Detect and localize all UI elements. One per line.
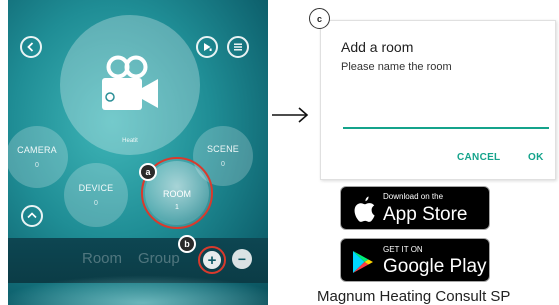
device-circle[interactable]: DEVICE 0 bbox=[64, 163, 128, 227]
camera-circle[interactable]: CAMERA 0 bbox=[8, 126, 68, 188]
room-tab[interactable]: Room bbox=[82, 250, 122, 267]
dialog-subtitle: Please name the room bbox=[341, 61, 452, 73]
remove-button[interactable]: − bbox=[232, 249, 252, 269]
minus-icon: − bbox=[237, 251, 247, 267]
camera-label: CAMERA bbox=[17, 145, 57, 155]
room-name-input[interactable] bbox=[343, 107, 549, 129]
bottom-glow bbox=[8, 275, 268, 305]
group-tab[interactable]: Group bbox=[138, 250, 180, 267]
app-store-small-text: Download on the bbox=[383, 192, 444, 201]
cancel-button[interactable]: CANCEL bbox=[457, 152, 500, 163]
callout-c: c bbox=[309, 8, 330, 29]
company-caption: Magnum Heating Consult SP bbox=[317, 288, 511, 305]
camera-count: 0 bbox=[35, 162, 39, 169]
app-store-badge[interactable]: Download on the App Store bbox=[340, 186, 490, 230]
app-screenshot: Heatit CAMERA 0 SCENE 0 DEVICE 0 ROOM 1 … bbox=[8, 0, 268, 305]
google-play-big-text: Google Play bbox=[383, 256, 487, 277]
arrow-right-icon bbox=[272, 107, 309, 123]
video-camera-icon bbox=[102, 55, 158, 110]
plus-icon: + bbox=[203, 251, 221, 269]
google-play-badge[interactable]: GET IT ON Google Play bbox=[340, 238, 490, 282]
callout-a: a bbox=[139, 163, 157, 181]
hamburger-icon bbox=[234, 43, 242, 51]
app-store-big-text: App Store bbox=[383, 204, 468, 225]
ok-button[interactable]: OK bbox=[528, 152, 544, 163]
chevron-up-icon bbox=[27, 212, 37, 219]
device-count: 0 bbox=[94, 200, 98, 207]
dialog-title: Add a room bbox=[341, 39, 414, 55]
room-count: 1 bbox=[175, 204, 179, 211]
callout-b: b bbox=[178, 235, 196, 253]
camera-caption: Heatit bbox=[122, 138, 138, 144]
google-play-icon bbox=[353, 251, 373, 273]
add-room-dialog: Add a room Please name the room CANCEL O… bbox=[320, 20, 556, 180]
apple-icon bbox=[354, 196, 375, 222]
chevron-left-icon bbox=[27, 42, 34, 52]
add-button[interactable]: + bbox=[198, 246, 226, 274]
menu-button[interactable] bbox=[227, 36, 249, 58]
device-label: DEVICE bbox=[78, 183, 114, 193]
play-icon bbox=[204, 43, 212, 51]
collapse-button[interactable] bbox=[21, 205, 43, 227]
back-button[interactable] bbox=[20, 36, 42, 58]
play-button[interactable] bbox=[196, 36, 218, 58]
google-play-small-text: GET IT ON bbox=[383, 245, 423, 254]
room-label: ROOM bbox=[163, 189, 191, 199]
scene-count: 0 bbox=[221, 161, 225, 168]
scene-label: SCENE bbox=[206, 144, 239, 154]
